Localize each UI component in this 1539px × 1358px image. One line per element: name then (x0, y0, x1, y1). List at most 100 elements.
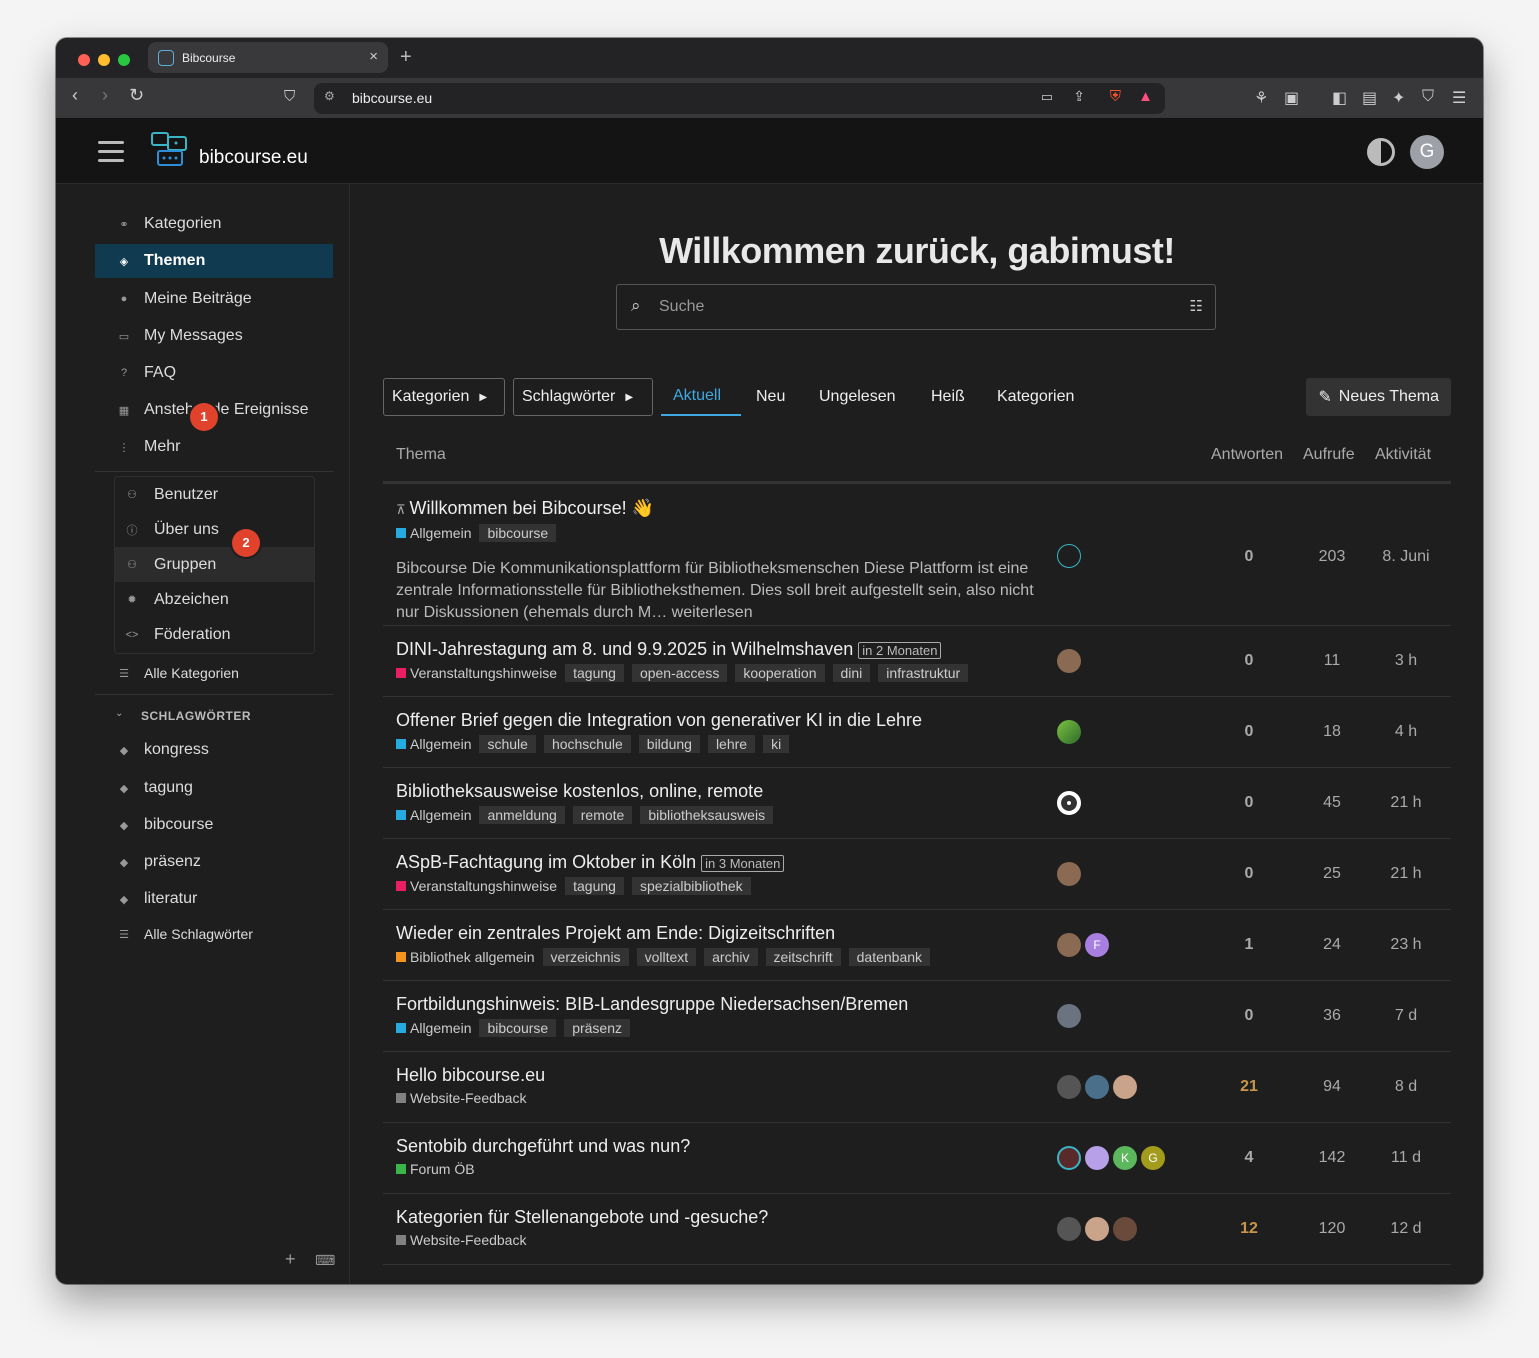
poster-avatar[interactable] (1057, 1004, 1081, 1028)
topic-row[interactable]: ASpB-Fachtagung im Oktober in Köln in 3 M… (383, 839, 1451, 910)
sidebar-item-messages[interactable]: ▭ My Messages (95, 319, 333, 353)
tag[interactable]: spezialbibliothek (631, 877, 751, 895)
reply-count[interactable]: 0 (1201, 794, 1297, 812)
tag[interactable]: infrastruktur (878, 664, 969, 682)
topic-row[interactable]: Kategorien für Stellenangebote und -gesu… (383, 1194, 1451, 1265)
tab-unread[interactable]: Ungelesen (819, 378, 896, 416)
topic-title[interactable]: Kategorien für Stellenangebote und -gesu… (396, 1207, 768, 1228)
poster-avatar[interactable] (1057, 862, 1081, 886)
tag[interactable]: bibcourse (479, 1019, 557, 1037)
keyboard-icon[interactable]: ⌨ (315, 1252, 335, 1269)
topic-row[interactable]: Sentobib durchgeführt und was nun? Forum… (383, 1123, 1451, 1194)
activity-time[interactable]: 8 d (1366, 1078, 1446, 1096)
sidebar-tag[interactable]: ◆ bibcourse (95, 808, 333, 842)
sidebar-tag[interactable]: ◆ präsenz (95, 845, 333, 879)
reader-icon[interactable]: ▣ (1284, 88, 1299, 108)
add-section-icon[interactable]: + (285, 1249, 296, 1270)
tag[interactable]: tagung (565, 877, 624, 895)
reply-count[interactable]: 4 (1201, 1149, 1297, 1167)
poster-avatar[interactable]: F (1085, 933, 1109, 957)
tab-categories[interactable]: Kategorien (997, 378, 1074, 416)
maximize-window-button[interactable] (118, 54, 130, 66)
close-window-button[interactable] (78, 54, 90, 66)
category-badge[interactable]: Allgemein (396, 807, 471, 823)
tab-latest[interactable]: Aktuell (661, 378, 741, 416)
column-activity[interactable]: Aktivität (1375, 446, 1431, 464)
search-options-icon[interactable]: ☷ (1190, 297, 1203, 315)
activity-time[interactable]: 3 h (1366, 652, 1446, 670)
tag[interactable]: open-access (631, 664, 728, 682)
user-avatar[interactable]: G (1410, 135, 1444, 169)
activity-time[interactable]: 11 d (1366, 1149, 1446, 1167)
tag[interactable]: bibcourse (479, 524, 557, 542)
tag[interactable]: verzeichnis (542, 948, 629, 966)
reply-count[interactable]: 0 (1201, 548, 1297, 566)
poster-avatar[interactable] (1113, 1217, 1137, 1241)
column-topic[interactable]: Thema (396, 446, 446, 464)
tags-dropdown[interactable]: Schlagwörter ▶ (513, 378, 653, 416)
more-item-about[interactable]: ⓘ Über uns (115, 512, 314, 547)
tag[interactable]: bildung (638, 735, 700, 753)
topic-title[interactable]: Offener Brief gegen die Integration von … (396, 710, 922, 731)
topic-title[interactable]: Hello bibcourse.eu (396, 1065, 545, 1086)
poster-avatar[interactable] (1057, 544, 1081, 568)
topic-title[interactable]: Wieder ein zentrales Projekt am Ende: Di… (396, 923, 835, 944)
topic-row[interactable]: Wieder ein zentrales Projekt am Ende: Di… (383, 910, 1451, 981)
search-input[interactable]: ⌕ Suche ☷ (616, 284, 1216, 330)
poster-avatar[interactable]: K (1113, 1146, 1137, 1170)
poster-avatar[interactable] (1057, 1146, 1081, 1170)
sidebar-tag[interactable]: ◆ literatur (95, 882, 333, 916)
topic-title[interactable]: Sentobib durchgeführt und was nun? (396, 1136, 690, 1157)
poster-avatar[interactable] (1085, 1075, 1109, 1099)
menu-icon[interactable]: ☰ (1452, 88, 1466, 108)
sidebar-item-topics[interactable]: ◈ Themen (95, 244, 333, 278)
reply-count[interactable]: 21 (1201, 1078, 1297, 1096)
topic-row[interactable]: DINI-Jahrestagung am 8. und 9.9.2025 in … (383, 626, 1451, 697)
topic-title[interactable]: ⊼ Willkommen bei Bibcourse! 👋 (396, 498, 654, 519)
hamburger-menu-icon[interactable] (98, 141, 124, 162)
poster-avatar[interactable] (1057, 791, 1081, 815)
tag[interactable]: datenbank (848, 948, 931, 966)
browser-tab[interactable]: Bibcourse × (148, 42, 388, 73)
tag[interactable]: anmeldung (479, 806, 565, 824)
more-item-badges[interactable]: ✹ Abzeichen (115, 582, 314, 617)
category-badge[interactable]: Allgemein (396, 1020, 471, 1036)
reply-count[interactable]: 12 (1201, 1220, 1297, 1238)
sidebar-all-tags[interactable]: ☰ Alle Schlagwörter (95, 917, 333, 951)
vpn-icon[interactable]: ⛉ (1422, 88, 1434, 106)
category-badge[interactable]: Forum ÖB (396, 1161, 475, 1177)
poster-avatar[interactable] (1057, 933, 1081, 957)
topic-title[interactable]: ASpB-Fachtagung im Oktober in Köln in 3 M… (396, 852, 785, 873)
category-badge[interactable]: Allgemein (396, 525, 471, 541)
category-badge[interactable]: Website-Feedback (396, 1090, 526, 1106)
tag[interactable]: schule (479, 735, 536, 753)
topic-row[interactable]: Offener Brief gegen die Integration von … (383, 697, 1451, 768)
categories-dropdown[interactable]: Kategorien ▶ (383, 378, 505, 416)
close-tab-icon[interactable]: × (369, 48, 378, 65)
tag[interactable]: kooperation (735, 664, 825, 682)
tag[interactable]: hochschule (543, 735, 631, 753)
share-icon[interactable]: ⇪ (1073, 88, 1085, 105)
tag[interactable]: lehre (707, 735, 756, 753)
tag[interactable]: ki (763, 735, 790, 753)
theme-toggle-icon[interactable] (1367, 138, 1395, 166)
category-badge[interactable]: Veranstaltungshinweise (396, 878, 557, 894)
sidebar-item-faq[interactable]: ? FAQ (95, 356, 333, 390)
tag[interactable]: tagung (565, 664, 624, 682)
bookmark-icon[interactable]: ⛉ (284, 88, 295, 105)
topic-row[interactable]: Bibliotheksausweise kostenlos, online, r… (383, 768, 1451, 839)
poster-avatar[interactable] (1057, 1075, 1081, 1099)
activity-time[interactable]: 8. Juni (1366, 548, 1446, 566)
reply-count[interactable]: 0 (1201, 652, 1297, 670)
poster-avatar[interactable] (1085, 1217, 1109, 1241)
sidebar-tag[interactable]: ◆ tagung (95, 771, 333, 805)
reply-count[interactable]: 0 (1201, 865, 1297, 883)
address-bar[interactable]: ⚙ bibcourse.eu ▭ ⇪ ⛨ ▲ (314, 83, 1165, 114)
sidebar-all-categories[interactable]: ☰ Alle Kategorien (95, 656, 333, 690)
leo-ai-icon[interactable]: ✦ (1392, 88, 1405, 108)
sidebar-item-categories[interactable]: ⚭ Kategorien (95, 207, 333, 241)
activity-time[interactable]: 7 d (1366, 1007, 1446, 1025)
tag[interactable]: archiv (704, 948, 758, 966)
new-topic-button[interactable]: ✎ Neues Thema (1306, 378, 1451, 416)
reload-icon[interactable]: ↻ (129, 85, 144, 106)
